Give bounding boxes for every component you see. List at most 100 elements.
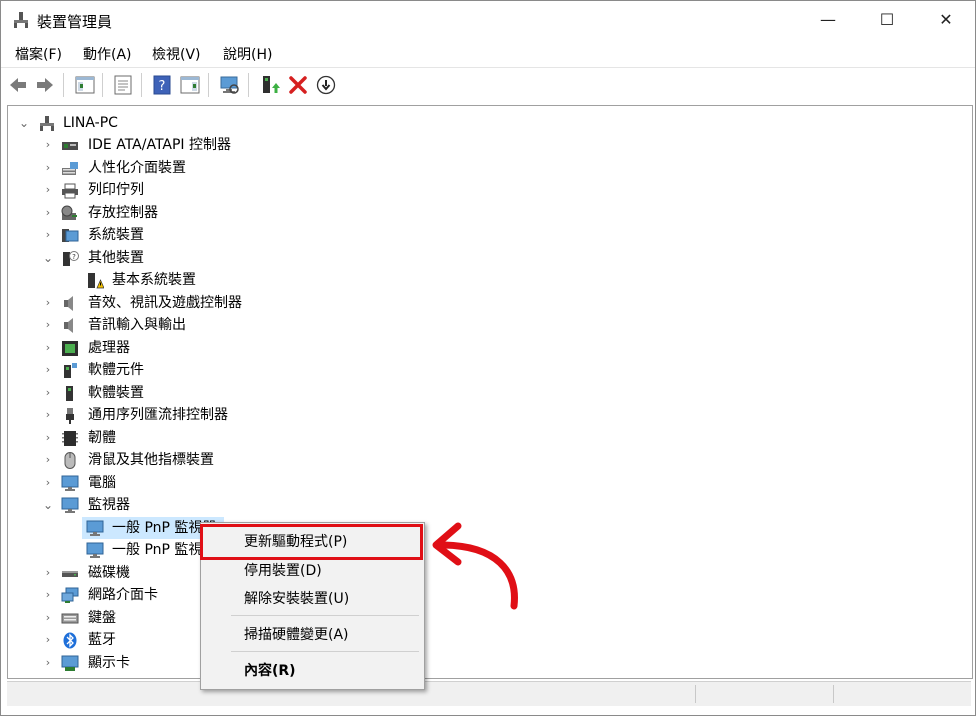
tree-item-label: 系統裝置 [88,227,144,243]
tree-item-audio-io[interactable]: › 音訊輸入與輸出 [8,314,968,336]
tree-item-label: 藍牙 [88,632,116,648]
show-hide-console-tree-icon[interactable] [74,74,96,96]
firmware-icon [62,431,78,446]
help-icon[interactable]: ? [151,74,173,96]
tree-item-software-device[interactable]: › 軟體裝置 [8,382,968,404]
tree-item-pnp-monitor[interactable]: 一般 PnP 監視 [82,539,202,561]
tree-item-label: 處理器 [88,340,130,356]
chevron-right-icon[interactable]: › [41,359,55,381]
chevron-right-icon[interactable]: › [41,449,55,471]
chevron-right-icon[interactable]: › [41,652,55,674]
monitor-icon [86,542,104,558]
chevron-down-icon[interactable]: ⌄ [41,494,55,516]
tree-item-bluetooth[interactable]: › 藍牙 [8,629,968,651]
chevron-right-icon[interactable]: › [41,562,55,584]
tree-item-label: 列印佇列 [88,182,144,198]
back-icon[interactable] [7,74,29,96]
chevron-right-icon[interactable]: › [41,224,55,246]
svg-text:?: ? [72,253,76,261]
printer-icon [62,183,78,199]
chevron-right-icon[interactable]: › [41,472,55,494]
context-item-label: 內容(R) [244,663,296,679]
chevron-right-icon[interactable]: › [41,382,55,404]
chevron-right-icon[interactable]: › [41,314,55,336]
menu-action[interactable]: 動作(A) [83,44,132,64]
menu-view[interactable]: 檢視(V) [152,44,201,64]
audio-io-icon [64,318,73,333]
tree-item-mouse[interactable]: › 滑鼠及其他指標裝置 [8,449,968,471]
close-button[interactable]: ✕ [917,1,975,39]
tree-item-sound[interactable]: › 音效、視訊及遊戲控制器 [8,292,968,314]
tree-item-software-component[interactable]: › 軟體元件 [8,359,968,381]
chevron-down-icon[interactable]: ⌄ [17,112,31,134]
monitor-icon [61,497,79,513]
computer-icon [61,475,79,491]
scan-hardware-icon[interactable] [219,74,241,96]
minimize-button[interactable]: — [799,1,857,39]
properties-icon[interactable] [112,74,134,96]
chevron-right-icon[interactable]: › [41,134,55,156]
tree-item-label: 音訊輸入與輸出 [88,317,186,333]
chevron-right-icon[interactable]: › [41,202,55,224]
chevron-right-icon[interactable]: › [41,584,55,606]
chevron-down-icon[interactable]: ⌄ [41,247,55,269]
context-item-properties[interactable]: 內容(R) [201,657,424,685]
chevron-right-icon[interactable]: › [41,179,55,201]
update-driver-icon[interactable] [259,74,281,96]
menu-file[interactable]: 檔案(F) [15,44,62,64]
context-item-uninstall[interactable]: 解除安裝裝置(U) [201,585,424,613]
context-item-disable[interactable]: 停用裝置(D) [201,557,424,585]
tree-item-base-system[interactable]: 基本系統裝置 [8,269,968,291]
tree-item-processor[interactable]: › 處理器 [8,337,968,359]
computer-root-icon [40,116,54,131]
title-bar: 裝置管理員 — ☐ ✕ [1,1,975,39]
svg-text:?: ? [159,79,166,94]
window-title: 裝置管理員 [37,13,113,31]
tree-item-label: 滑鼠及其他指標裝置 [88,452,214,468]
tree-root[interactable]: ⌄ LINA-PC [8,112,968,134]
tree-item-ide[interactable]: › IDE ATA/ATAPI 控制器 [8,134,968,156]
tree-item-firmware[interactable]: › 韌體 [8,427,968,449]
tree-item-label: 基本系統裝置 [112,272,196,288]
chevron-right-icon[interactable]: › [41,629,55,651]
context-item-label: 掃描硬體變更(A) [244,627,349,643]
hid-icon [62,162,78,175]
tree-item-label: 磁碟機 [88,565,130,581]
tree-item-print-queue[interactable]: › 列印佇列 [8,179,968,201]
uninstall-device-icon[interactable] [287,74,309,96]
chevron-right-icon[interactable]: › [41,427,55,449]
chevron-right-icon[interactable]: › [41,404,55,426]
tree-item-display[interactable]: › 顯示卡 [8,652,968,674]
chevron-right-icon[interactable]: › [41,337,55,359]
forward-icon[interactable] [34,74,56,96]
storage-controller-icon [61,205,77,220]
tree-item-label: 電腦 [88,475,116,491]
menu-help[interactable]: 說明(H) [223,44,272,64]
tree-item-label: 韌體 [88,430,116,446]
tree-item-usb[interactable]: › 通用序列匯流排控制器 [8,404,968,426]
action-pane-icon[interactable] [179,74,201,96]
tree-item-other[interactable]: ⌄ ? 其他裝置 [8,247,968,269]
chevron-right-icon[interactable]: › [41,292,55,314]
disk-drive-icon [62,571,78,577]
tree-item-label: 鍵盤 [88,610,116,626]
tree-item-hid[interactable]: › 人性化介面裝置 [8,157,968,179]
bluetooth-icon [63,632,77,649]
tree-item-label: 軟體元件 [88,362,144,378]
maximize-button[interactable]: ☐ [858,1,916,39]
context-item-scan[interactable]: 掃描硬體變更(A) [201,621,424,649]
tree-item-system[interactable]: › 系統裝置 [8,224,968,246]
chevron-right-icon[interactable]: › [41,607,55,629]
tree-item-label: 監視器 [88,497,130,513]
keyboard-icon [61,613,79,624]
tree-item-label: 存放控制器 [88,205,158,221]
disable-device-icon[interactable] [315,74,337,96]
tree-item-monitors[interactable]: ⌄ 監視器 [8,494,968,516]
tree-item-label: 網路介面卡 [88,587,158,603]
tree-item-computer[interactable]: › 電腦 [8,472,968,494]
tree-item-label: 音效、視訊及遊戲控制器 [88,295,242,311]
chevron-right-icon[interactable]: › [41,157,55,179]
speaker-icon [64,296,73,311]
tree-item-storage[interactable]: › 存放控制器 [8,202,968,224]
menu-separator [231,651,419,652]
